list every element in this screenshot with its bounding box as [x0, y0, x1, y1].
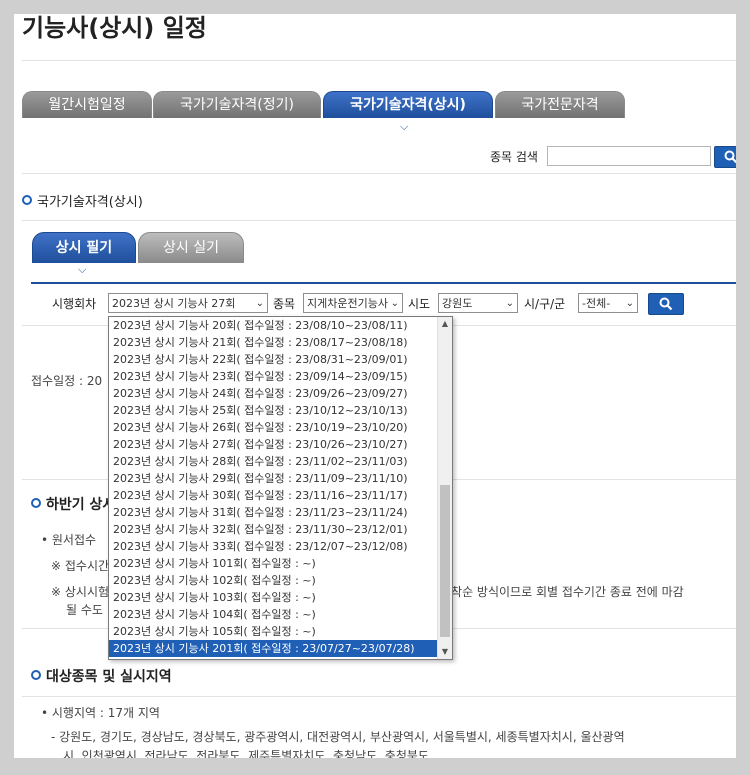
dropdown-option[interactable]: 2023년 상시 기능사 101회( 접수일정 : ~): [109, 555, 438, 572]
scrollbar-thumb[interactable]: [440, 485, 450, 637]
dropdown-option[interactable]: 2023년 상시 기능사 25회( 접수일정 : 23/10/12~23/10/…: [109, 402, 438, 419]
regions-text: 시, 인천광역시, 전라남도, 전라북도, 제주특별자치도, 충청남도, 충청북…: [63, 749, 429, 758]
tab-regular[interactable]: 국가기술자격(정기): [153, 91, 321, 118]
gu-label: 시/구/군: [524, 297, 566, 311]
dropdown-option[interactable]: 2023년 상시 기능사 28회( 접수일정 : 23/11/02~23/11/…: [109, 453, 438, 470]
half-title: 하반기 상시: [31, 494, 115, 514]
chevron-down-icon: ⌄: [505, 298, 514, 309]
note-text: 선착순 방식이므로 회별 접수기간 종료 전에 마감: [440, 585, 684, 599]
divider: [22, 696, 736, 697]
subtab-practical[interactable]: 상시 실기: [138, 232, 244, 263]
search-label: 종목 검색: [490, 150, 538, 164]
search-icon: [659, 297, 673, 311]
dropdown-option[interactable]: 2023년 상시 기능사 105회( 접수일정 : ~): [109, 623, 438, 640]
bullet-icon: [31, 498, 41, 508]
dropdown-option[interactable]: 2023년 상시 기능사 30회( 접수일정 : 23/11/16~23/11/…: [109, 487, 438, 504]
panel-divider: [31, 282, 736, 284]
tab-professional[interactable]: 국가전문자격: [495, 91, 625, 118]
dropdown-option[interactable]: 2023년 상시 기능사 33회( 접수일정 : 23/12/07~23/12/…: [109, 538, 438, 555]
bullet-text: • 원서접수: [41, 533, 97, 547]
bullet-icon: [22, 195, 32, 205]
target-title: 대상종목 및 실시지역: [31, 666, 172, 686]
dropdown-option[interactable]: 2023년 상시 기능사 31회( 접수일정 : 23/11/23~23/11/…: [109, 504, 438, 521]
regions-text: - 강원도, 경기도, 경상남도, 경상북도, 광주광역시, 대전광역시, 부산…: [51, 730, 625, 744]
round-dropdown-list[interactable]: 2023년 상시 기능사 20회( 접수일정 : 23/08/10~23/08/…: [108, 316, 453, 660]
sido-label: 시도: [408, 297, 431, 311]
round-label: 시행회차: [52, 297, 97, 311]
divider: [22, 60, 736, 61]
search-input[interactable]: [547, 146, 711, 166]
dropdown-option[interactable]: 2023년 상시 기능사 26회( 접수일정 : 23/10/19~23/10/…: [109, 419, 438, 436]
chevron-up-icon[interactable]: ▲: [438, 317, 452, 331]
item-select[interactable]: 지게차운전기능사 ⌄: [303, 293, 403, 313]
chevron-down-icon: ⌵: [400, 120, 409, 133]
dropdown-option[interactable]: 2023년 상시 기능사 23회( 접수일정 : 23/09/14~23/09/…: [109, 368, 438, 385]
chevron-down-icon[interactable]: ▼: [438, 645, 452, 659]
dropdown-option[interactable]: 2023년 상시 기능사 32회( 접수일정 : 23/11/30~23/12/…: [109, 521, 438, 538]
chevron-down-icon: ⌄: [625, 298, 634, 309]
region-bullet: • 시행지역 : 17개 지역: [41, 706, 160, 720]
item-label: 종목: [273, 297, 296, 311]
dropdown-option[interactable]: 2023년 상시 기능사 201회( 접수일정 : 23/07/27~23/07…: [109, 640, 438, 657]
sido-select[interactable]: 강원도 ⌄: [438, 293, 518, 313]
dropdown-option[interactable]: 2023년 상시 기능사 24회( 접수일정 : 23/09/26~23/09/…: [109, 385, 438, 402]
scrollbar[interactable]: ▲ ▼: [437, 317, 452, 659]
dropdown-option[interactable]: 2023년 상시 기능사 22회( 접수일정 : 23/08/31~23/09/…: [109, 351, 438, 368]
round-select[interactable]: 2023년 상시 기능사 27회 ⌄: [108, 293, 268, 313]
dropdown-options: 2023년 상시 기능사 20회( 접수일정 : 23/08/10~23/08/…: [109, 317, 438, 657]
note-text: ※ 상시시험: [51, 585, 110, 599]
dropdown-option[interactable]: 2023년 상시 기능사 27회( 접수일정 : 23/10/26~23/10/…: [109, 436, 438, 453]
tab-permanent[interactable]: 국가기술자격(상시): [323, 91, 493, 118]
tab-monthly[interactable]: 월간시험일정: [22, 91, 152, 118]
dropdown-option[interactable]: 2023년 상시 기능사 103회( 접수일정 : ~): [109, 589, 438, 606]
note-text: 될 수도: [66, 603, 103, 617]
divider: [22, 173, 736, 174]
receipt-text: 접수일정 : 20: [31, 374, 103, 388]
note-text: ※ 접수시간: [51, 559, 110, 573]
divider: [22, 220, 736, 221]
dropdown-option[interactable]: 2023년 상시 기능사 102회( 접수일정 : ~): [109, 572, 438, 589]
dropdown-option[interactable]: 2023년 상시 기능사 21회( 접수일정 : 23/08/17~23/08/…: [109, 334, 438, 351]
dropdown-option[interactable]: 2023년 상시 기능사 20회( 접수일정 : 23/08/10~23/08/…: [109, 317, 438, 334]
subtab-written[interactable]: 상시 필기: [32, 232, 136, 263]
gu-select[interactable]: -전체- ⌄: [578, 293, 638, 313]
chevron-down-icon: ⌄: [390, 298, 399, 309]
chevron-down-icon: ⌵: [78, 263, 87, 276]
bullet-icon: [31, 670, 41, 680]
page: 기능사(상시) 일정 월간시험일정 국가기술자격(정기) 국가기술자격(상시) …: [14, 14, 736, 758]
search-button[interactable]: [648, 293, 684, 315]
search-icon: [724, 150, 736, 164]
page-title: 기능사(상시) 일정: [22, 14, 207, 42]
section-title: 국가기술자격(상시): [22, 191, 143, 210]
dropdown-option[interactable]: 2023년 상시 기능사 104회( 접수일정 : ~): [109, 606, 438, 623]
search-button[interactable]: [714, 146, 736, 168]
chevron-down-icon: ⌄: [255, 298, 264, 309]
dropdown-option[interactable]: 2023년 상시 기능사 29회( 접수일정 : 23/11/09~23/11/…: [109, 470, 438, 487]
